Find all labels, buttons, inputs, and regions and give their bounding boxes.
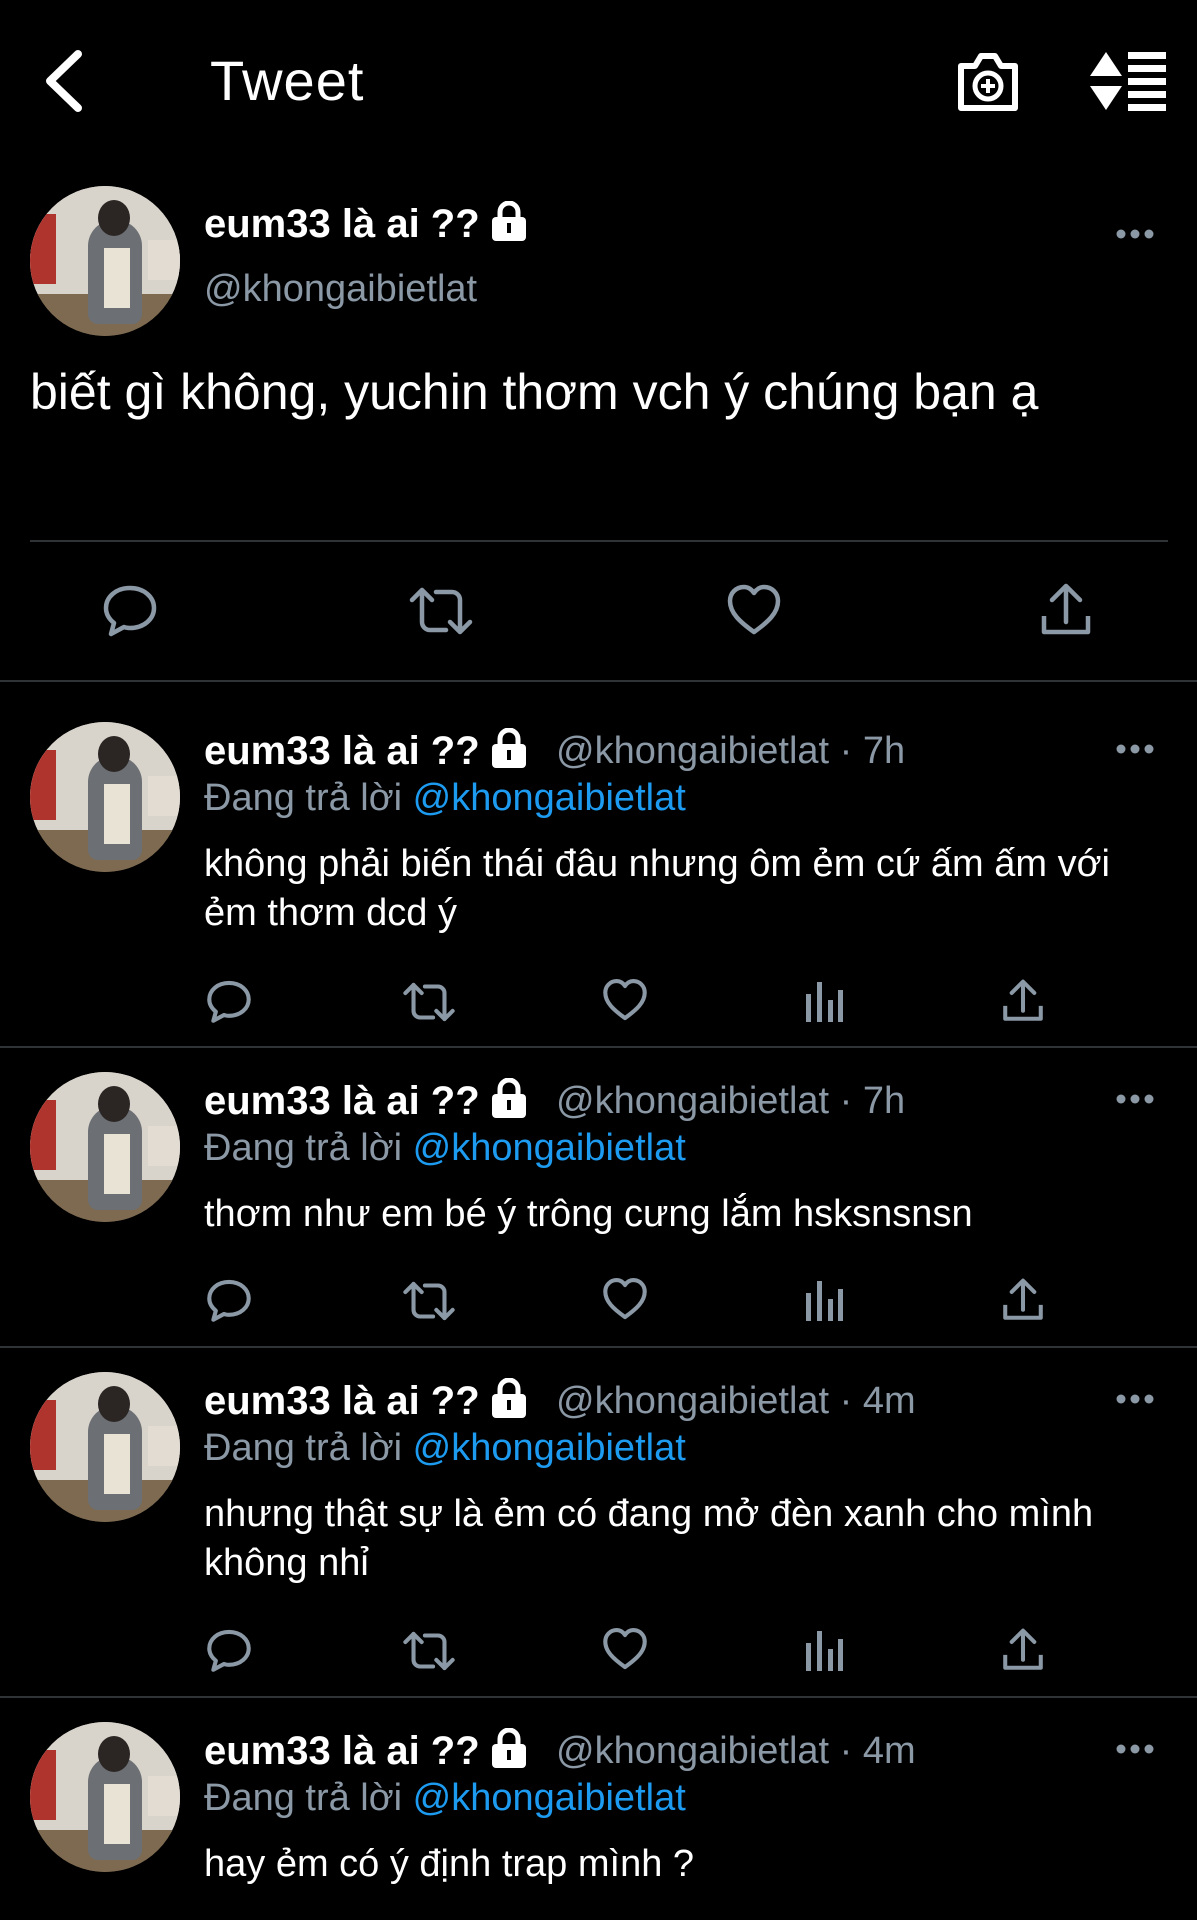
- avatar[interactable]: [30, 186, 180, 336]
- share-upload-icon[interactable]: [1002, 978, 1044, 1024]
- reply-text: hay ẻm có ý định trap mình ?: [204, 1843, 695, 1885]
- mention-link[interactable]: @khongaibietlat: [413, 1127, 686, 1169]
- handle-and-time: @khongaibietlat · 7h: [556, 730, 906, 772]
- author-name[interactable]: eum33 là ai ??: [204, 1727, 528, 1775]
- reply-bubble-icon[interactable]: [206, 1627, 252, 1673]
- display-name: eum33 là ai ??: [204, 1079, 480, 1123]
- lock-icon: [491, 201, 526, 241]
- back-chevron-icon[interactable]: [38, 46, 94, 116]
- divider: [0, 1346, 1197, 1348]
- display-name: eum33 là ai ??: [204, 1729, 480, 1773]
- heart-icon[interactable]: [602, 1277, 648, 1321]
- tweet-text: biết gì không, yuchin thơm vch ý chúng b…: [30, 364, 1039, 420]
- lock-icon: [491, 728, 526, 768]
- replying-to-label: Đang trả lời: [204, 1127, 403, 1169]
- avatar[interactable]: [30, 1372, 180, 1522]
- replying-to-label: Đang trả lời: [204, 777, 403, 819]
- author-name[interactable]: eum33 là ai ??: [204, 1377, 528, 1425]
- lock-icon: [491, 1378, 526, 1418]
- mention-link[interactable]: @khongaibietlat: [413, 777, 686, 819]
- display-name: eum33 là ai ??: [204, 202, 480, 246]
- mention-link[interactable]: @khongaibietlat: [413, 1427, 686, 1469]
- avatar[interactable]: [30, 1722, 180, 1872]
- replying-to: Đang trả lời @khongaibietlat: [204, 1125, 686, 1171]
- analytics-bars-icon[interactable]: [804, 1279, 844, 1321]
- replying-to: Đang trả lời @khongaibietlat: [204, 1425, 686, 1471]
- reply-bubble-icon[interactable]: [206, 978, 252, 1024]
- page-title: Tweet: [210, 49, 365, 112]
- retweet-icon[interactable]: [402, 1279, 456, 1323]
- author-name[interactable]: eum33 là ai ??: [204, 200, 528, 248]
- top-bar: Tweet: [0, 0, 1197, 160]
- retweet-icon[interactable]: [402, 980, 456, 1024]
- heart-icon[interactable]: [726, 584, 782, 636]
- handle-and-time: @khongaibietlat · 4m: [556, 1380, 916, 1422]
- reply-text: không phải biến thái đâu nhưng ôm ẻm cứ …: [204, 843, 1110, 934]
- author-handle[interactable]: @khongaibietlat: [204, 266, 477, 312]
- display-name: eum33 là ai ??: [204, 1379, 480, 1423]
- replying-to: Đang trả lời @khongaibietlat: [204, 1775, 686, 1821]
- share-upload-icon[interactable]: [1002, 1627, 1044, 1673]
- reply-text: thơm như em bé ý trông cưng lắm hsksnsns…: [204, 1193, 973, 1235]
- reply-bubble-icon[interactable]: [102, 582, 158, 638]
- divider: [0, 1046, 1197, 1048]
- reply-bubble-icon[interactable]: [206, 1277, 252, 1323]
- reply-text: nhưng thật sự là ẻm có đang mở đèn xanh …: [204, 1493, 1094, 1584]
- more-dots-icon[interactable]: [1116, 743, 1154, 755]
- share-upload-icon[interactable]: [1002, 1277, 1044, 1323]
- divider: [0, 1696, 1197, 1698]
- heart-icon[interactable]: [602, 1627, 648, 1671]
- handle-and-time: @khongaibietlat · 7h: [556, 1080, 906, 1122]
- lock-icon: [491, 1078, 526, 1118]
- more-dots-icon[interactable]: [1116, 228, 1154, 240]
- author-name[interactable]: eum33 là ai ??: [204, 727, 528, 775]
- more-dots-icon[interactable]: [1116, 1093, 1154, 1105]
- analytics-bars-icon[interactable]: [804, 980, 844, 1022]
- replying-to-label: Đang trả lời: [204, 1427, 403, 1469]
- replying-to: Đang trả lời @khongaibietlat: [204, 775, 686, 821]
- camera-plus-icon[interactable]: [955, 48, 1021, 114]
- retweet-icon[interactable]: [402, 1629, 456, 1673]
- sort-list-icon[interactable]: [1088, 50, 1168, 112]
- share-upload-icon[interactable]: [1040, 582, 1092, 638]
- lock-icon: [491, 1728, 526, 1768]
- replying-to-label: Đang trả lời: [204, 1777, 403, 1819]
- author-name[interactable]: eum33 là ai ??: [204, 1077, 528, 1125]
- more-dots-icon[interactable]: [1116, 1743, 1154, 1755]
- divider: [30, 540, 1168, 542]
- analytics-bars-icon[interactable]: [804, 1629, 844, 1671]
- heart-icon[interactable]: [602, 978, 648, 1022]
- display-name: eum33 là ai ??: [204, 729, 480, 773]
- handle-and-time: @khongaibietlat · 4m: [556, 1730, 916, 1772]
- mention-link[interactable]: @khongaibietlat: [413, 1777, 686, 1819]
- more-dots-icon[interactable]: [1116, 1393, 1154, 1405]
- avatar[interactable]: [30, 1072, 180, 1222]
- avatar[interactable]: [30, 722, 180, 872]
- retweet-icon[interactable]: [408, 584, 474, 638]
- divider: [0, 680, 1197, 682]
